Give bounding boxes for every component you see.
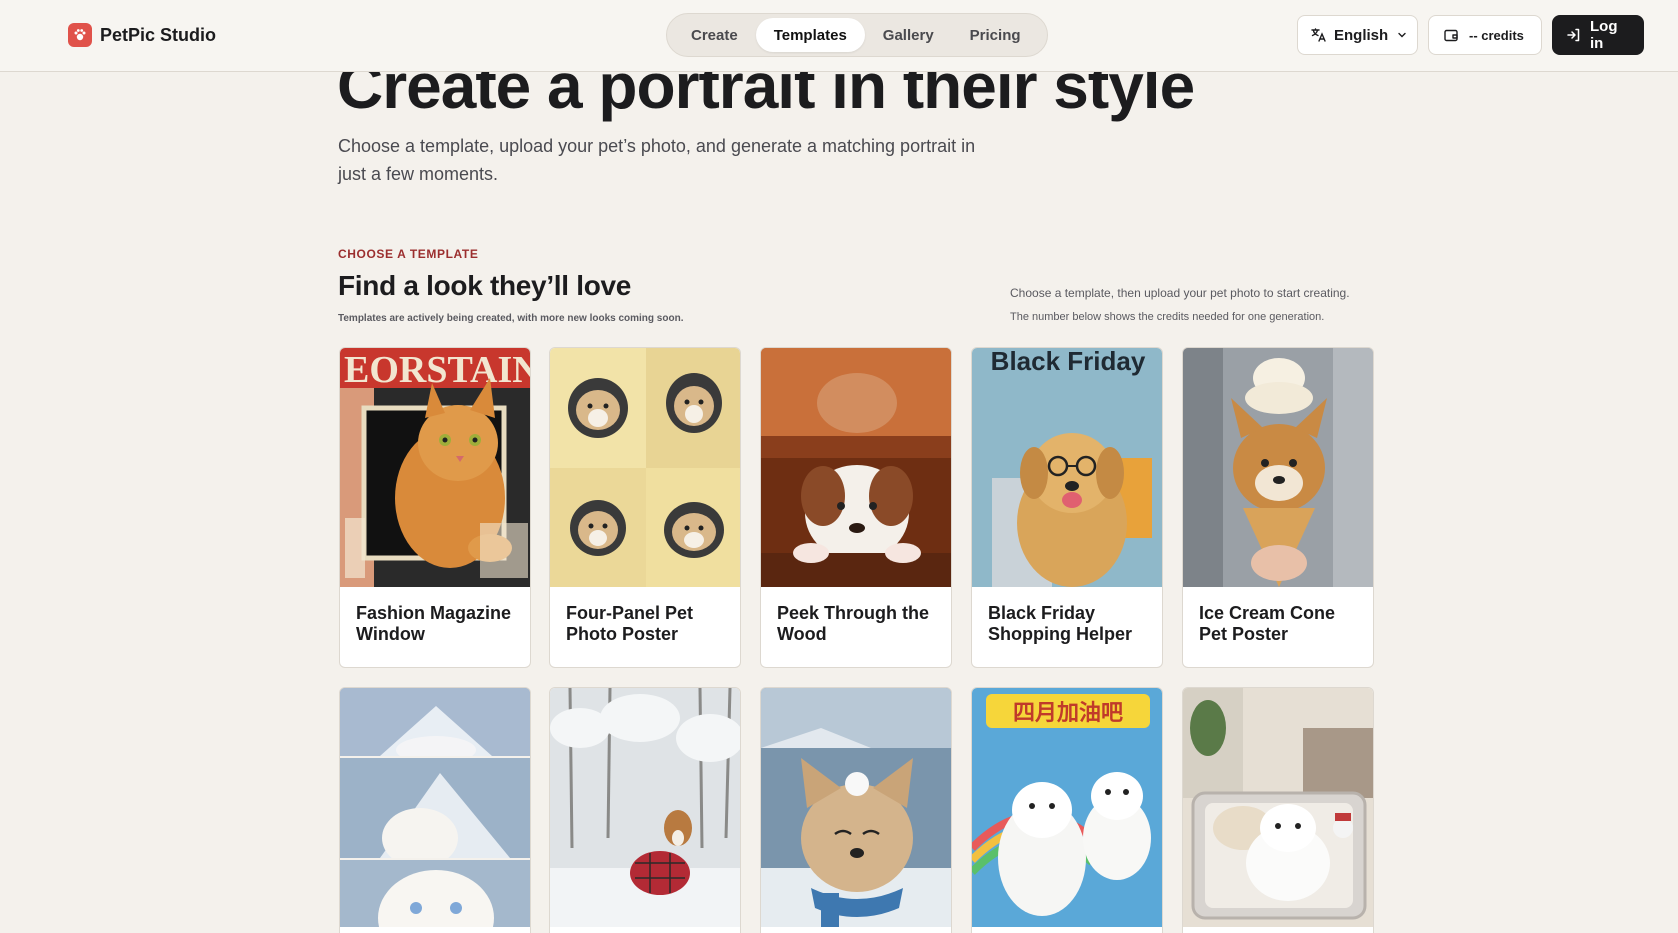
login-label: Log in (1590, 18, 1618, 52)
instruction-text: Choose a template, then upload your pet … (1010, 286, 1350, 300)
template-card-peek-wood[interactable]: Peek Through the Wood (760, 347, 952, 668)
main-nav: Create Templates Gallery Pricing (666, 13, 1048, 57)
scarf-dog-image (761, 688, 951, 927)
template-card-colorful-poster[interactable]: 四月加油吧 (971, 687, 1163, 933)
template-card-fashion-magazine[interactable]: EORSTAINE Fashion Magazine Window (339, 347, 531, 668)
peek-dog-image (761, 348, 951, 587)
translate-icon (1310, 27, 1326, 43)
credits-button[interactable]: -- credits (1428, 15, 1542, 55)
brand-logo[interactable]: PetPic Studio (68, 22, 216, 48)
paw-icon (68, 23, 92, 47)
poster-slogan: 四月加油吧 (1013, 701, 1123, 726)
template-card-four-panel[interactable]: Four-Panel Pet Photo Poster (549, 347, 741, 668)
language-label: English (1334, 26, 1389, 44)
template-card-ice-cream[interactable]: Ice Cream Cone Pet Poster (1182, 347, 1374, 668)
section-note: Templates are actively being created, wi… (338, 313, 684, 324)
template-title: Ice Cream Cone Pet Poster (1199, 603, 1336, 644)
suitcase-dog-image (1183, 688, 1373, 927)
login-icon (1566, 27, 1582, 43)
template-card-black-friday[interactable]: Black Friday Black Friday Shopping Helpe… (971, 347, 1163, 668)
four-panel-dog-image (550, 348, 740, 587)
template-card-scarf-dog[interactable] (760, 687, 952, 933)
credits-label: -- credits (1469, 27, 1524, 43)
tab-gallery[interactable]: Gallery (865, 18, 952, 52)
mountain-cat-image (340, 688, 530, 927)
black-friday-sign: Black Friday (991, 348, 1146, 376)
magazine-cat-image: EORSTAINE (340, 348, 530, 587)
tab-templates[interactable]: Templates (755, 18, 865, 52)
tab-pricing[interactable]: Pricing (952, 18, 1039, 52)
black-friday-dog-image: Black Friday (972, 348, 1162, 587)
template-card-mountain-cat[interactable] (339, 687, 531, 933)
section-title: Find a look they’ll love (338, 270, 632, 301)
top-bar: PetPic Studio Create Templates Gallery P… (0, 0, 1678, 72)
wallet-icon (1443, 27, 1459, 43)
snow-dog-image (550, 688, 740, 927)
colorful-poster-dog-image: 四月加油吧 (972, 688, 1162, 927)
template-card-suitcase-dog[interactable] (1182, 687, 1374, 933)
template-title: Peek Through the Wood (777, 603, 930, 644)
chevron-down-icon (1396, 29, 1408, 41)
page-subtitle: Choose a template, upload your pet’s pho… (338, 136, 976, 184)
template-title: Black Friday Shopping Helper (988, 603, 1132, 644)
magazine-masthead: EORSTAINE (344, 349, 530, 391)
credits-info-text: The number below shows the credits neede… (1010, 311, 1325, 323)
section-eyebrow: CHOOSE A TEMPLATE (338, 247, 479, 261)
login-button[interactable]: Log in (1552, 15, 1644, 55)
brand-name: PetPic Studio (100, 24, 217, 45)
tab-create[interactable]: Create (673, 18, 756, 52)
language-selector[interactable]: English (1297, 15, 1418, 55)
ice-cream-dog-image (1183, 348, 1373, 587)
template-title: Four-Panel Pet Photo Poster (566, 603, 694, 644)
template-card-snow-dog[interactable] (549, 687, 741, 933)
template-title: Fashion Magazine Window (356, 603, 512, 644)
